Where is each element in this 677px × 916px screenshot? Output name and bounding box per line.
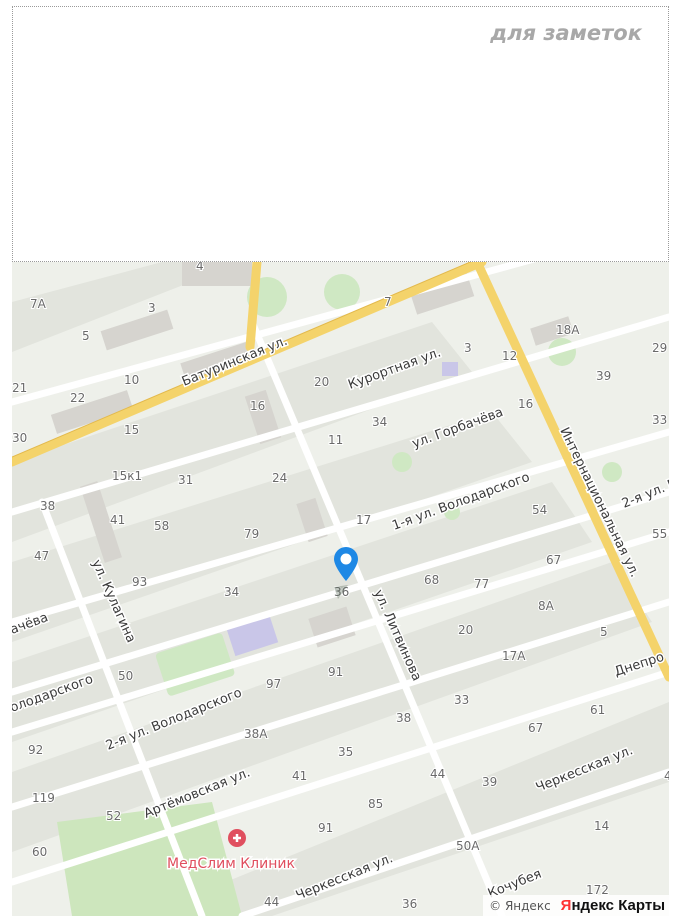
house-number: 17А [502, 649, 526, 663]
house-number: 39 [596, 369, 611, 383]
house-number: 36 [402, 897, 417, 911]
house-number: 21 [12, 381, 27, 395]
house-number: 50А [456, 839, 480, 853]
house-number: 33 [454, 693, 469, 707]
house-number: 119 [32, 791, 55, 805]
map-canvas[interactable]: Батуринская ул. Курортная ул. ул. Горбач… [12, 262, 669, 916]
house-number: 3 [148, 301, 156, 315]
house-number: 68 [424, 573, 439, 587]
house-number: 22 [70, 391, 85, 405]
house-number: 91 [318, 821, 333, 835]
poi-label: МедСлим Клиник [167, 856, 295, 872]
house-number: 4 [196, 262, 204, 273]
house-number: 41 [292, 769, 307, 783]
house-number: 44 [430, 767, 445, 781]
house-number: 15 [124, 423, 139, 437]
house-number: 10 [124, 373, 139, 387]
house-number: 31 [178, 473, 193, 487]
house-number: 67 [528, 721, 543, 735]
house-number: 58 [154, 519, 169, 533]
brand-rest: ндекс Карты [571, 897, 665, 914]
house-number: 97 [266, 677, 281, 691]
street-volodarskogo2-right: 2-я ул. В [620, 476, 669, 512]
house-number: 35 [338, 745, 353, 759]
house-number: 5 [82, 329, 90, 343]
house-number: 20 [458, 623, 473, 637]
house-number: 33 [652, 413, 667, 427]
house-number: 8А [538, 599, 555, 613]
house-number: 14 [594, 819, 609, 833]
house-number: 16 [250, 399, 265, 413]
brand-y: Я [560, 897, 572, 914]
house-number: 61 [590, 703, 605, 717]
house-number: 54 [532, 503, 547, 517]
house-number: 24 [272, 471, 287, 485]
house-number: 12 [502, 349, 517, 363]
house-number: 47 [34, 549, 49, 563]
house-number: 29 [652, 341, 667, 355]
house-number: 50 [118, 669, 133, 683]
house-number: 44 [264, 895, 279, 909]
map-view[interactable]: Батуринская ул. Курортная ул. ул. Горбач… [12, 262, 669, 916]
house-number: 4 [664, 769, 669, 783]
house-number: 18А [556, 323, 580, 337]
yandex-maps-logo[interactable]: Яндекс Карты [561, 897, 665, 914]
house-number: 41 [110, 513, 125, 527]
house-number: 91 [328, 665, 343, 679]
house-number: 15к1 [112, 469, 142, 483]
house-number: 39 [482, 775, 497, 789]
map-attribution: © Яндекс Яндекс Карты [483, 895, 669, 916]
house-number: 5 [600, 625, 608, 639]
copyright-text[interactable]: © Яндекс [489, 899, 551, 913]
house-number: 30 [12, 431, 27, 445]
house-number: 17 [356, 513, 371, 527]
house-number: 7 [384, 295, 392, 309]
notes-label: для заметок [490, 21, 642, 45]
house-number: 92 [28, 743, 43, 757]
house-number: 77 [474, 577, 489, 591]
house-number: 93 [132, 575, 147, 589]
house-number: 67 [546, 553, 561, 567]
house-number: 20 [314, 375, 329, 389]
house-number: 55 [652, 527, 667, 541]
notes-area[interactable]: для заметок [12, 6, 669, 262]
house-number: 34 [224, 585, 239, 599]
house-number: 85 [368, 797, 383, 811]
house-number: 52 [106, 809, 121, 823]
house-number: 7А [30, 297, 47, 311]
house-number: 79 [244, 527, 259, 541]
house-number: 3 [464, 341, 472, 355]
house-number: 38 [40, 499, 55, 513]
house-number: 38А [244, 727, 268, 741]
house-number: 34 [372, 415, 387, 429]
house-number: 16 [518, 397, 533, 411]
house-number: 60 [32, 845, 47, 859]
house-number: 38 [396, 711, 411, 725]
house-number: 11 [328, 433, 343, 447]
